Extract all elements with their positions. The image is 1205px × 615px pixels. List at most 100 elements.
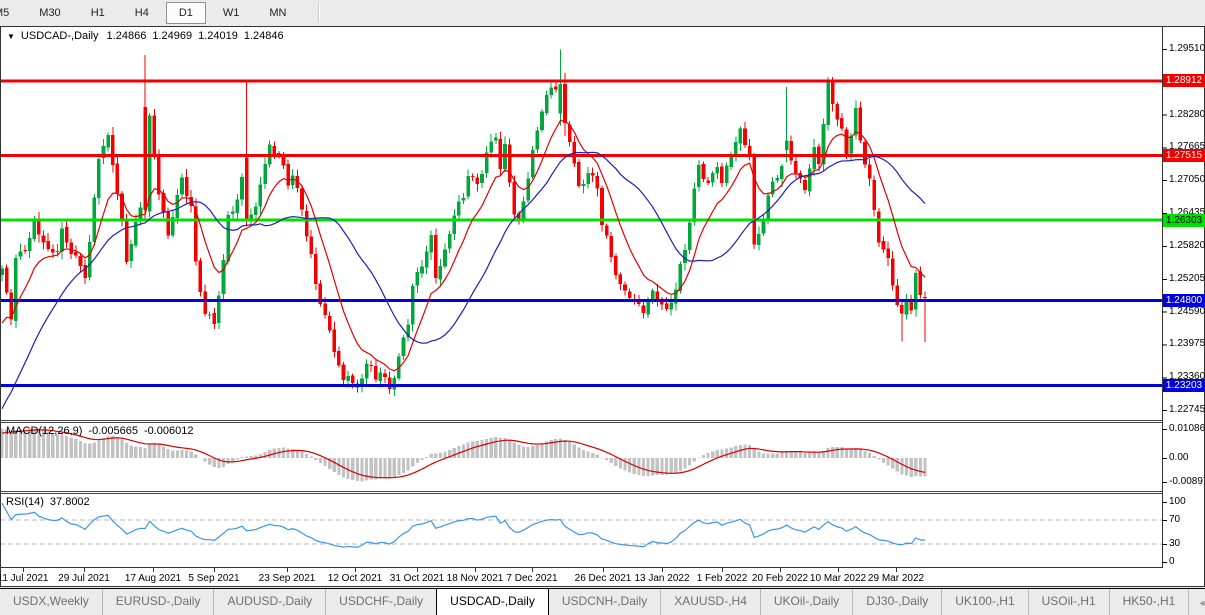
candle-down xyxy=(701,164,706,180)
candle-up xyxy=(535,130,540,150)
chart-tab-xauusd-h4[interactable]: XAUUSD-,H4 xyxy=(660,589,760,615)
candle-down xyxy=(507,144,512,183)
candle-up xyxy=(784,140,789,150)
candle-down xyxy=(664,303,669,310)
candle-down xyxy=(863,142,867,165)
candle-down xyxy=(660,301,664,305)
chart-tab-eurusd-daily[interactable]: EURUSD-,Daily xyxy=(101,589,214,615)
candle-down xyxy=(281,156,286,166)
candle-up xyxy=(27,237,32,252)
candle-down xyxy=(286,164,290,186)
chart-dropdown-icon[interactable]: ▼ xyxy=(7,32,15,41)
candle-down xyxy=(918,271,923,295)
candle-down xyxy=(923,296,927,298)
candle-down xyxy=(475,177,480,184)
ohlc-high: 1.24969 xyxy=(152,30,193,42)
candle-up xyxy=(346,376,350,381)
candle-up xyxy=(60,228,64,252)
candle-down xyxy=(877,211,881,243)
level-line-1.24800[interactable] xyxy=(0,298,1162,302)
ohlc-low: 1.24019 xyxy=(198,30,238,42)
tab-scroll-arrows: ◄► xyxy=(1188,589,1205,615)
candle-down xyxy=(890,258,895,286)
candle-up xyxy=(429,235,433,253)
candle-up xyxy=(904,301,909,315)
candle-up xyxy=(420,266,424,274)
candle-down xyxy=(706,180,710,183)
candle-down xyxy=(74,252,78,256)
level-line-1.23203[interactable] xyxy=(0,384,1162,388)
candle-up xyxy=(263,163,267,185)
chart-tab-usdx-weekly[interactable]: USDX,Weekly xyxy=(0,589,102,615)
candle-up xyxy=(780,165,784,180)
candle-down xyxy=(78,255,83,266)
chart-tab-usdchf-daily[interactable]: USDCHF-,Daily xyxy=(325,589,436,615)
timeframe-button-m5[interactable]: M5 xyxy=(0,2,22,24)
candle-down xyxy=(46,240,50,250)
candle-down xyxy=(867,164,872,179)
timeframe-button-w1[interactable]: W1 xyxy=(210,2,253,24)
candle-up xyxy=(258,184,263,207)
candle-down xyxy=(577,162,581,186)
candle-up xyxy=(207,314,212,316)
candle-up xyxy=(766,195,770,220)
chart-frame xyxy=(0,26,1205,587)
macd-value-main: -0.005665 xyxy=(88,425,138,437)
candle-up xyxy=(724,165,729,184)
candle-up xyxy=(106,135,110,148)
candle-down xyxy=(374,366,378,380)
chart-tab-uk100-h1[interactable]: UK100-,H1 xyxy=(941,589,1027,615)
chart-tab-usdcad-daily[interactable]: USDCAD-,Daily xyxy=(436,589,549,615)
chart-symbol-period: USDCAD-,Daily xyxy=(20,30,99,42)
chart-tab-audusd-daily[interactable]: AUDUSD-,Daily xyxy=(213,589,325,615)
candle-up xyxy=(424,251,429,268)
candle-up xyxy=(558,84,563,114)
candle-down xyxy=(323,303,327,315)
candle-down xyxy=(886,248,890,259)
timeframe-button-mn[interactable]: MN xyxy=(256,2,299,24)
candle-down xyxy=(327,315,332,331)
candle-up xyxy=(401,337,406,356)
candle-up xyxy=(466,176,470,197)
candle-up xyxy=(480,173,484,184)
candle-down xyxy=(387,377,392,390)
candle-up xyxy=(14,257,18,321)
level-line-1.26303[interactable] xyxy=(0,218,1162,222)
candle-down xyxy=(300,188,304,210)
macd-name: MACD(12,26,9) xyxy=(6,425,83,437)
candle-up xyxy=(410,285,415,325)
rsi-name: RSI(14) xyxy=(6,496,44,508)
chart-title: ▼ USDCAD-,Daily 1.24866 1.24969 1.24019 … xyxy=(7,30,284,42)
candle-up xyxy=(586,173,590,184)
timeframe-button-d1[interactable]: D1 xyxy=(165,2,206,24)
rsi-indicator-label: RSI(14) 37.8002 xyxy=(6,496,90,508)
timeframe-button-h4[interactable]: H4 xyxy=(122,2,162,24)
candle-up xyxy=(526,178,530,201)
chart-tab-hk50-h1[interactable]: HK50-,H1 xyxy=(1108,589,1189,615)
level-line-1.27515[interactable] xyxy=(0,153,1162,157)
candle-down xyxy=(50,249,55,253)
candle-up xyxy=(32,219,37,239)
candle-up xyxy=(438,266,443,280)
candle-up xyxy=(757,233,761,245)
candle-up xyxy=(180,177,184,195)
candle-down xyxy=(909,301,913,311)
chart-window: ▼ USDCAD-,Daily 1.24866 1.24969 1.24019 … xyxy=(0,26,1205,587)
tab-scroll-left-icon[interactable]: ◄ xyxy=(1197,598,1205,608)
chart-tab-usdcnh-daily[interactable]: USDCNH-,Daily xyxy=(549,589,660,615)
chart-tab-dj30-daily[interactable]: DJ30-,Daily xyxy=(852,589,941,615)
candle-down xyxy=(595,176,600,189)
candle-up xyxy=(138,207,143,221)
price-chart-canvas[interactable] xyxy=(0,26,1205,587)
chart-tab-ukoil-daily[interactable]: UKOil-,Daily xyxy=(759,589,852,615)
timeframe-button-m30[interactable]: M30 xyxy=(26,2,73,24)
level-line-1.28912[interactable] xyxy=(0,79,1162,83)
chart-tab-usoil-h1[interactable]: USOil-,H1 xyxy=(1027,589,1109,615)
candle-down xyxy=(4,267,9,293)
candle-down xyxy=(157,155,161,195)
candle-down xyxy=(212,312,217,325)
candle-up xyxy=(692,188,697,222)
rsi-line xyxy=(1,502,926,548)
candle-up xyxy=(415,271,420,286)
timeframe-button-h1[interactable]: H1 xyxy=(78,2,118,24)
